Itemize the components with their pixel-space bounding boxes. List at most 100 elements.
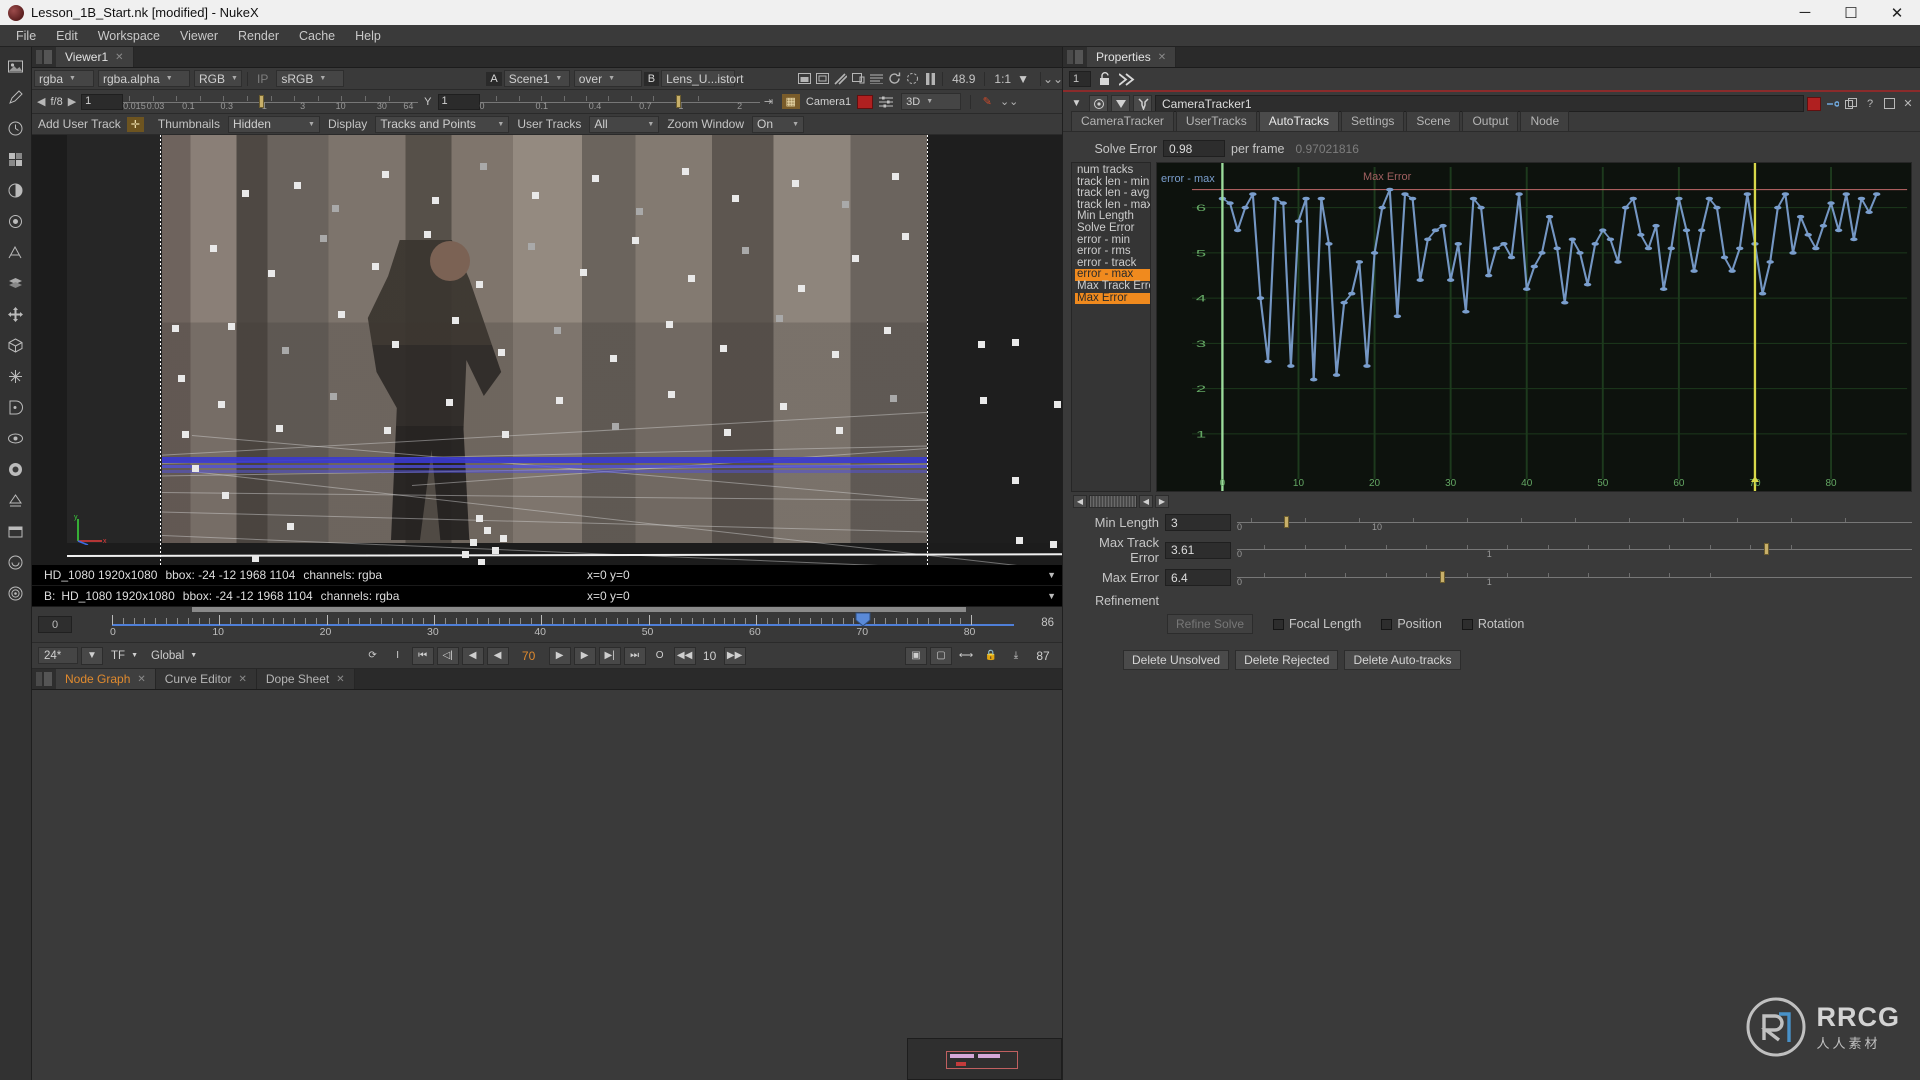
- timeline-end-field[interactable]: 86: [1041, 617, 1054, 629]
- close-icon[interactable]: ✕: [336, 674, 344, 685]
- mask-icon[interactable]: [1111, 95, 1130, 112]
- menu-edit[interactable]: Edit: [46, 27, 88, 45]
- add-user-track-button[interactable]: Add User Track: [32, 117, 127, 131]
- gain-slider-knob[interactable]: [258, 94, 264, 108]
- play-backward-button[interactable]: ◀: [461, 646, 484, 665]
- roi-icon[interactable]: [795, 71, 813, 87]
- properties-count-field[interactable]: 1: [1069, 71, 1091, 87]
- tab-settings[interactable]: Settings: [1341, 111, 1405, 131]
- cache-icon[interactable]: [903, 71, 921, 87]
- blend-mode-selector[interactable]: over ▼: [573, 70, 642, 87]
- properties-panel-grip[interactable]: [1067, 50, 1083, 64]
- timeline[interactable]: 0 0 10 20 30 40 50 60 70 80 86: [32, 607, 1062, 643]
- fullscreen-icon[interactable]: ▣: [905, 646, 927, 665]
- dimension-selector[interactable]: 3D ▼: [901, 93, 962, 110]
- solve-error-value[interactable]: 0.98: [1163, 140, 1225, 157]
- stats-scroll-left[interactable]: ◀: [1073, 495, 1087, 508]
- fps-field[interactable]: 24*: [38, 647, 78, 664]
- camera-label[interactable]: Camera1: [804, 96, 853, 108]
- 3d-icon[interactable]: [5, 334, 27, 356]
- clear-all-icon[interactable]: [1119, 72, 1135, 87]
- rewind-increment-button[interactable]: ◀◀: [673, 646, 696, 665]
- keyer-icon[interactable]: [5, 241, 27, 263]
- max-error-slider[interactable]: 0 1: [1237, 570, 1912, 587]
- tf-selector[interactable]: TF ▼: [106, 647, 143, 664]
- stats-scroll-grip[interactable]: [1089, 495, 1137, 508]
- image-icon[interactable]: [5, 55, 27, 77]
- refine-solve-button[interactable]: Refine Solve: [1167, 614, 1254, 634]
- settings-sliders-icon[interactable]: [877, 94, 895, 110]
- download-icon[interactable]: ⤓: [1005, 647, 1027, 665]
- tab-cameratracker[interactable]: CameraTracker: [1071, 111, 1174, 131]
- menu-cache[interactable]: Cache: [289, 27, 345, 45]
- duplicate-icon[interactable]: [1843, 96, 1859, 111]
- color-icon[interactable]: [5, 179, 27, 201]
- next-proxy-icon[interactable]: ▶: [63, 95, 81, 108]
- stat-error-rms[interactable]: error - rms: [1075, 246, 1150, 258]
- collapse-arrow-icon[interactable]: ▼: [1067, 95, 1086, 112]
- scope-selector[interactable]: Global ▼: [146, 647, 202, 664]
- next-keyframe-button[interactable]: ▶|: [598, 646, 621, 665]
- gain-slider[interactable]: 0.015 0.03 0.1 0.3 1 3 10 30 64: [123, 93, 419, 111]
- close-icon[interactable]: ✕: [238, 674, 246, 685]
- tab-viewer1[interactable]: Viewer1 ✕: [56, 47, 134, 67]
- loop-mode-icon[interactable]: ⟳: [362, 647, 384, 665]
- goto-start-button[interactable]: ⏮: [411, 646, 434, 665]
- node-graph-minimap[interactable]: [907, 1038, 1062, 1080]
- stat-max-error[interactable]: Max Error: [1075, 292, 1150, 305]
- roto-badge[interactable]: ▦: [781, 94, 800, 109]
- gain-display[interactable]: 48.9: [946, 72, 981, 86]
- delete-auto-tracks-button[interactable]: Delete Auto-tracks: [1344, 650, 1461, 670]
- node-name-field[interactable]: CameraTracker1: [1155, 95, 1804, 112]
- lock-icon[interactable]: 🔒: [980, 647, 1002, 665]
- stop-button[interactable]: O: [649, 647, 671, 665]
- node-graph-canvas[interactable]: Source Source Source Tracker Mask bg 2 1…: [32, 690, 1062, 1080]
- stat-solve-error[interactable]: Solve Error: [1075, 222, 1150, 235]
- sync-icon[interactable]: ⟷: [955, 647, 977, 665]
- position-checkbox[interactable]: [1381, 618, 1393, 630]
- list-icon[interactable]: [867, 71, 885, 87]
- stats-list[interactable]: num tracks track len - min track len - a…: [1071, 162, 1151, 492]
- max-track-error-slider[interactable]: 0 1: [1237, 542, 1912, 559]
- thumbnails-selector[interactable]: Hidden ▼: [227, 115, 320, 133]
- position-checkbox-item[interactable]: Position: [1381, 617, 1442, 631]
- unlock-icon[interactable]: [1097, 72, 1113, 87]
- rotation-checkbox-item[interactable]: Rotation: [1461, 617, 1524, 631]
- tab-node-graph[interactable]: Node Graph ✕: [56, 669, 156, 689]
- menu-help[interactable]: Help: [345, 27, 391, 45]
- toolsets-icon[interactable]: [5, 489, 27, 511]
- view-icon[interactable]: [1089, 95, 1108, 112]
- range-end-field[interactable]: 87: [1030, 649, 1056, 663]
- node-color-swatch[interactable]: [1807, 96, 1821, 111]
- input-a-selector[interactable]: Scene1 ▼: [503, 70, 570, 87]
- stats-step-right[interactable]: ▶: [1155, 495, 1169, 508]
- close-icon[interactable]: ✕: [137, 674, 145, 685]
- tab-autotracks[interactable]: AutoTracks: [1258, 111, 1340, 131]
- close-button[interactable]: ✕: [1874, 0, 1920, 25]
- graph-playhead-marker[interactable]: [1750, 476, 1759, 482]
- tab-usertracks[interactable]: UserTracks: [1175, 111, 1257, 131]
- gamma-slider-knob[interactable]: [675, 94, 681, 108]
- menu-viewer[interactable]: Viewer: [170, 27, 228, 45]
- delete-rejected-button[interactable]: Delete Rejected: [1235, 650, 1339, 670]
- menu-workspace[interactable]: Workspace: [88, 27, 170, 45]
- wrench-icon[interactable]: [1133, 95, 1152, 112]
- zoom-ratio[interactable]: 1:1: [988, 72, 1017, 86]
- goto-end-button[interactable]: ⏭: [623, 646, 646, 665]
- menu-render[interactable]: Render: [228, 27, 289, 45]
- merge-icon[interactable]: [5, 272, 27, 294]
- time-icon[interactable]: [5, 117, 27, 139]
- refresh-icon[interactable]: [885, 71, 903, 87]
- gamma-input[interactable]: 1: [437, 93, 480, 110]
- max-track-error-input[interactable]: 3.61: [1165, 541, 1231, 559]
- prev-proxy-icon[interactable]: ◀: [32, 95, 50, 108]
- tab-curve-editor[interactable]: Curve Editor ✕: [155, 669, 257, 689]
- channel-selector[interactable]: rgba ▼: [34, 70, 94, 87]
- tab-dope-sheet[interactable]: Dope Sheet ✕: [256, 669, 355, 689]
- deep-icon[interactable]: [5, 396, 27, 418]
- max-track-error-knob[interactable]: [1763, 543, 1769, 555]
- play-forward-button[interactable]: ▶: [548, 646, 571, 665]
- forward-increment-button[interactable]: ▶▶: [723, 646, 746, 665]
- gain-input[interactable]: 1: [81, 93, 124, 110]
- step-backward-button[interactable]: ◀: [486, 646, 509, 665]
